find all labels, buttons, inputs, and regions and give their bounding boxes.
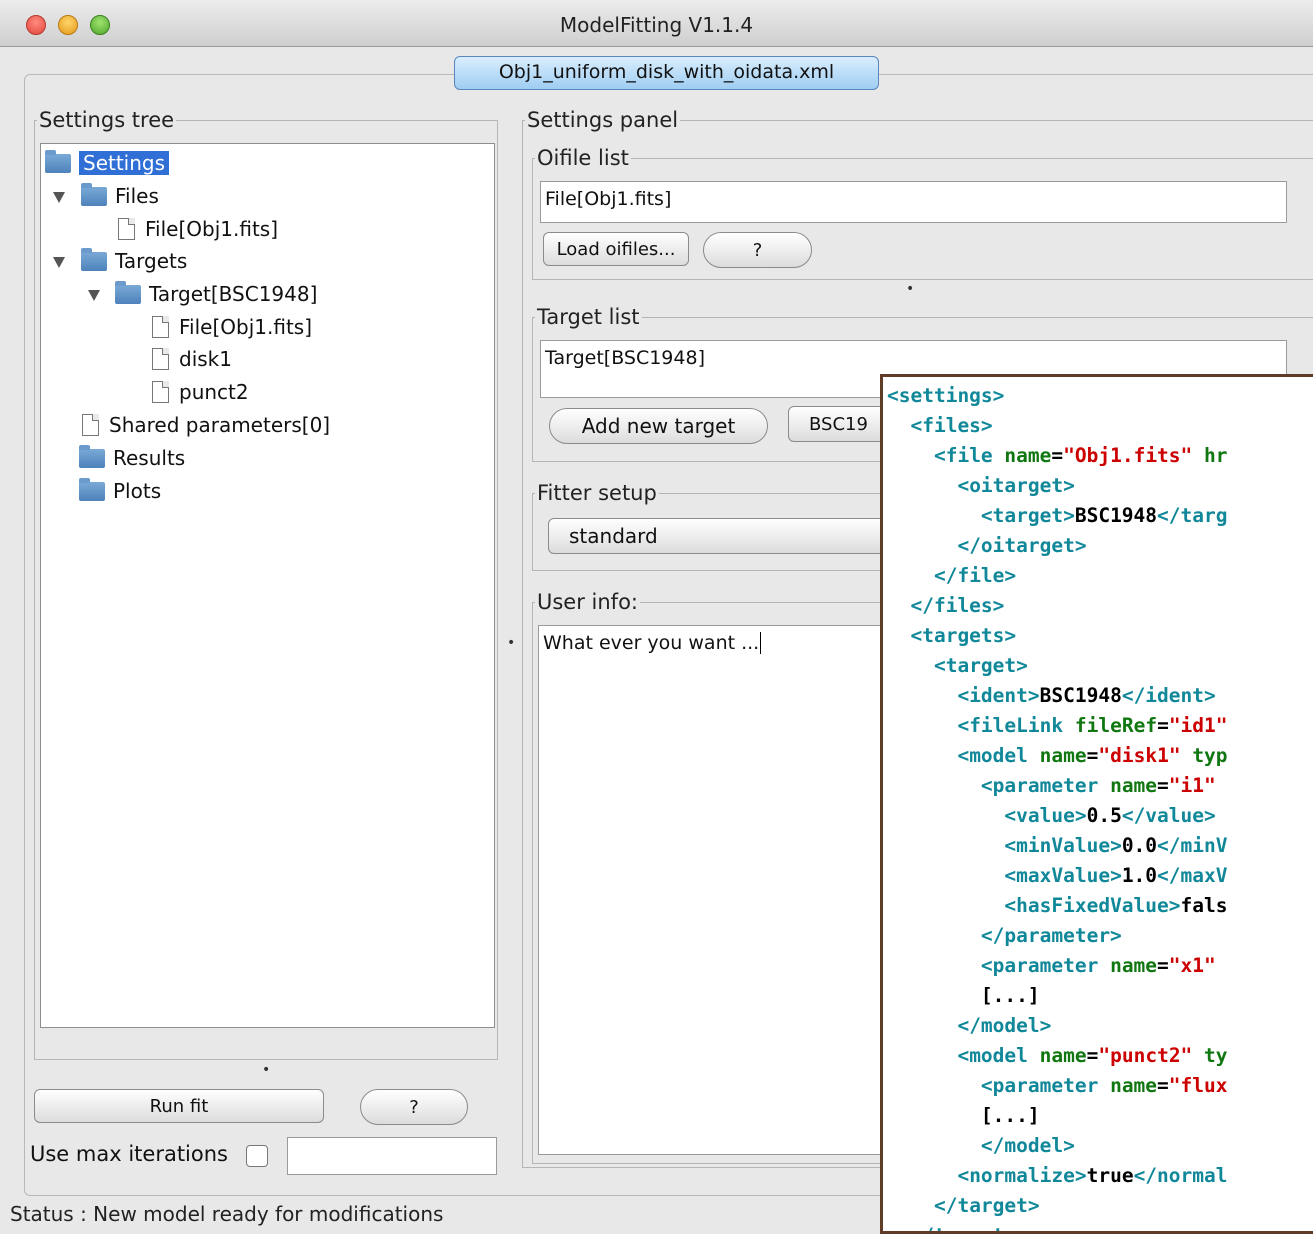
oifile-help-button[interactable]: ? <box>703 232 812 268</box>
use-max-iterations-checkbox[interactable] <box>246 1145 268 1167</box>
fitter-setup-label: Fitter setup <box>537 481 657 505</box>
user-info-textarea[interactable]: What ever you want ...​ <box>538 625 918 1155</box>
tree-node-punct2[interactable]: punct2 <box>152 377 249 407</box>
tree-node-file[interactable]: File[Obj1.fits] <box>118 214 278 244</box>
document-icon <box>118 218 135 240</box>
folder-icon <box>79 444 105 468</box>
file-tab[interactable]: Obj1_uniform_disk_with_oidata.xml <box>454 56 879 90</box>
document-icon <box>152 381 169 403</box>
settings-tree: Settings Files File[Obj1.fits] Targets T… <box>40 143 495 1028</box>
splitter-handle[interactable]: • <box>507 635 515 651</box>
document-icon <box>152 316 169 338</box>
tree-node-disk1[interactable]: disk1 <box>152 344 232 374</box>
run-fit-button[interactable]: Run fit <box>34 1089 324 1123</box>
document-icon <box>152 348 169 370</box>
tree-node-target-file[interactable]: File[Obj1.fits] <box>152 312 312 342</box>
folder-icon <box>81 247 107 271</box>
run-fit-help-button[interactable]: ? <box>360 1089 468 1125</box>
oifile-list[interactable]: File[Obj1.fits] <box>540 181 1287 223</box>
tree-node-target[interactable]: Target[BSC1948] <box>115 279 317 309</box>
settings-tree-label: Settings tree <box>39 108 175 132</box>
fitter-setup-select[interactable]: standard <box>548 518 888 554</box>
tree-node-targets[interactable]: Targets <box>81 246 187 276</box>
settings-panel-label: Settings panel <box>527 108 679 132</box>
tree-node-plots[interactable]: Plots <box>79 476 161 506</box>
tree-node-files[interactable]: Files <box>81 181 159 211</box>
folder-icon <box>81 182 107 206</box>
splitter-handle[interactable]: • <box>906 281 914 297</box>
folder-icon <box>45 149 71 173</box>
tree-node-results[interactable]: Results <box>79 443 185 473</box>
title-bar: ModelFitting V1.1.4 <box>0 0 1313 47</box>
status-bar: Status : New model ready for modificatio… <box>10 1202 444 1226</box>
tree-node-shared-parameters[interactable]: Shared parameters[0] <box>82 410 330 440</box>
oifile-list-label: Oifile list <box>537 146 629 170</box>
load-oifiles-button[interactable]: Load oifiles... <box>543 232 689 266</box>
expand-arrow-icon[interactable] <box>53 257 65 268</box>
add-new-target-button[interactable]: Add new target <box>549 408 768 444</box>
document-icon <box>82 414 99 436</box>
tree-node-settings[interactable]: Settings <box>45 148 170 178</box>
folder-icon <box>79 477 105 501</box>
user-info-label: User info: <box>537 590 639 614</box>
max-iterations-input[interactable] <box>287 1137 497 1175</box>
use-max-iterations-label: Use max iterations <box>30 1142 228 1166</box>
window-title: ModelFitting V1.1.4 <box>559 13 754 37</box>
xml-overlay: <settings> <files> <file name="Obj1.fits… <box>880 374 1313 1234</box>
xml-code: <settings> <files> <file name="Obj1.fits… <box>887 384 1228 1231</box>
expand-arrow-icon[interactable] <box>53 192 65 203</box>
splitter-handle[interactable]: • <box>262 1062 270 1078</box>
expand-arrow-icon[interactable] <box>88 290 100 301</box>
folder-icon <box>115 280 141 304</box>
text-cursor: ​ <box>760 632 762 654</box>
target-list-label: Target list <box>537 305 640 329</box>
